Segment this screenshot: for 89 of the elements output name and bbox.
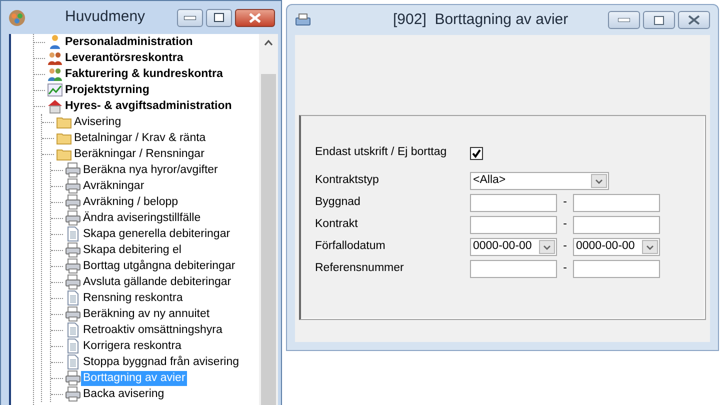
document-icon bbox=[65, 322, 81, 338]
tree-item[interactable]: Avräkning / belopp bbox=[81, 194, 180, 210]
house-icon bbox=[47, 98, 63, 114]
scroll-thumb[interactable] bbox=[261, 74, 276, 405]
tree-item[interactable]: Personaladministration bbox=[63, 34, 195, 50]
chevron-down-icon bbox=[646, 244, 654, 250]
tree-item[interactable]: Retroaktiv omsättningshyra bbox=[81, 322, 224, 338]
window-title: Huvudmeny bbox=[65, 7, 146, 28]
field-label: Kontrakt bbox=[315, 217, 359, 232]
tree-item[interactable]: Avräkningar bbox=[81, 178, 146, 194]
printer-icon bbox=[295, 13, 311, 27]
tree-item[interactable]: Ändra aviseringstillfälle bbox=[81, 210, 203, 226]
tree-item[interactable]: Leverantörsreskontra bbox=[63, 50, 186, 66]
close-icon bbox=[249, 12, 261, 22]
chart-icon bbox=[47, 82, 63, 98]
tree-item[interactable]: Beräkningar / Rensningar bbox=[72, 146, 206, 162]
tree-item[interactable]: Beräkning av ny annuitet bbox=[81, 306, 212, 322]
tree-item[interactable]: Beräkna nya hyror/avgifter bbox=[81, 162, 220, 178]
tree-item[interactable]: Skapa debitering el bbox=[81, 242, 184, 258]
document-icon bbox=[65, 338, 81, 354]
printer-icon bbox=[65, 274, 81, 290]
scrollbar[interactable] bbox=[259, 34, 278, 405]
tree-item[interactable]: Avisering bbox=[72, 114, 124, 130]
field-value: <Alla> bbox=[473, 173, 506, 188]
tree-item[interactable]: Projektstyrning bbox=[63, 82, 152, 98]
range-separator: - bbox=[562, 261, 568, 276]
checkbox[interactable] bbox=[470, 146, 483, 160]
field-label: Byggnad bbox=[315, 195, 362, 210]
maximize-icon bbox=[214, 13, 224, 22]
printer-icon bbox=[65, 162, 81, 178]
field-label: Referensnummer bbox=[315, 261, 405, 276]
document-icon bbox=[65, 354, 81, 370]
date-field[interactable]: 0000-00-00 bbox=[470, 238, 557, 256]
tree-item[interactable]: Rensning reskontra bbox=[81, 290, 185, 306]
checkbox-label: Endast utskrift / Ej borttag bbox=[315, 145, 448, 160]
input-field[interactable] bbox=[573, 260, 660, 278]
tree-item[interactable]: Fakturering & kundreskontra bbox=[63, 66, 225, 82]
input-field[interactable] bbox=[573, 216, 660, 234]
printer-icon bbox=[65, 370, 81, 386]
field-label: Kontraktstyp bbox=[315, 173, 380, 188]
input-field[interactable] bbox=[470, 260, 557, 278]
printer-icon bbox=[65, 242, 81, 258]
tree-item[interactable]: Borttag utgångna debiteringar bbox=[81, 258, 238, 274]
printer-icon bbox=[65, 178, 81, 194]
tree-item[interactable]: Skapa generella debiteringar bbox=[81, 226, 232, 242]
minimize-icon bbox=[618, 18, 630, 22]
tree-item[interactable]: Stoppa byggnad från avisering bbox=[81, 354, 241, 370]
close-button[interactable] bbox=[235, 8, 275, 26]
printer-icon bbox=[65, 306, 81, 322]
printer-icon bbox=[65, 194, 81, 210]
document-icon bbox=[65, 290, 81, 306]
window-title: [902] Borttagning av avier bbox=[393, 10, 568, 30]
minimize-button[interactable] bbox=[608, 11, 640, 29]
chevron-down-icon bbox=[543, 244, 551, 250]
app-icon bbox=[7, 8, 27, 28]
range-separator: - bbox=[562, 239, 568, 254]
group-icon bbox=[47, 66, 63, 82]
dropdown-button[interactable] bbox=[539, 240, 555, 254]
field-label: Förfallodatum bbox=[315, 239, 386, 254]
input-field[interactable] bbox=[470, 194, 557, 212]
input-field[interactable] bbox=[470, 216, 557, 234]
tree-item[interactable]: Betalningar / Krav & ränta bbox=[72, 130, 208, 146]
close-button[interactable] bbox=[678, 11, 710, 29]
minimize-button[interactable] bbox=[177, 8, 204, 26]
input-field[interactable] bbox=[573, 194, 660, 212]
dropdown-button[interactable] bbox=[642, 240, 658, 254]
field-value: 0000-00-00 bbox=[576, 239, 635, 254]
maximize-icon bbox=[654, 16, 664, 24]
maximize-button[interactable] bbox=[643, 11, 676, 29]
tree-item[interactable]: Avsluta gällande debiteringar bbox=[81, 274, 234, 290]
document-icon bbox=[65, 226, 81, 242]
range-separator: - bbox=[562, 217, 568, 232]
printer-icon bbox=[65, 386, 81, 402]
printer-icon bbox=[65, 210, 81, 226]
people-icon bbox=[47, 50, 63, 66]
field-value: 0000-00-00 bbox=[473, 239, 532, 254]
range-separator: - bbox=[562, 195, 568, 210]
minimize-icon bbox=[184, 16, 196, 20]
person-icon bbox=[47, 34, 63, 50]
printer-icon bbox=[65, 258, 81, 274]
tree-item[interactable]: Backa avisering bbox=[81, 386, 166, 402]
tree-item[interactable]: Hyres- & avgiftsadministration bbox=[63, 98, 234, 114]
date-field[interactable]: 0000-00-00 bbox=[573, 238, 660, 256]
chevron-down-icon bbox=[595, 178, 603, 184]
close-icon bbox=[688, 15, 700, 25]
dropdown-button[interactable] bbox=[591, 174, 607, 188]
tree-item[interactable]: Korrigera reskontra bbox=[81, 338, 184, 354]
dropdown-field[interactable]: <Alla> bbox=[470, 172, 609, 190]
maximize-button[interactable] bbox=[206, 8, 232, 26]
